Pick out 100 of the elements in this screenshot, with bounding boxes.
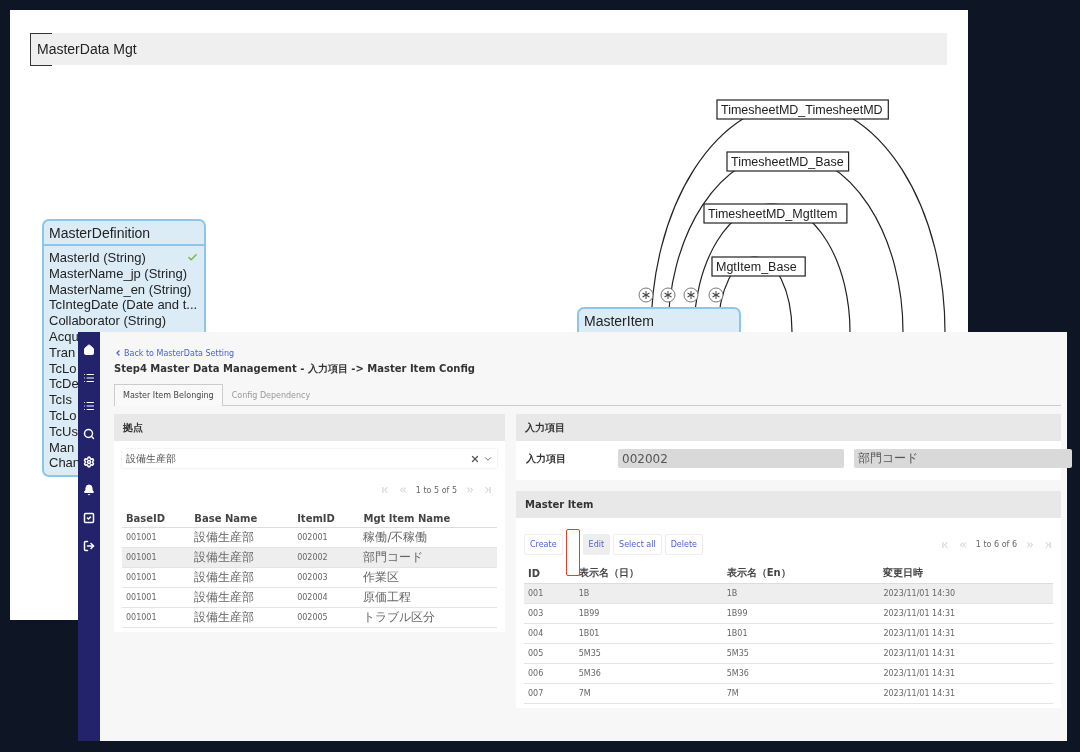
relation-label: TimesheetMD_MgtItem (703, 203, 848, 224)
page-title: Step4 Master Data Management - 入力項目 -> Master Item Config (114, 362, 476, 376)
table-row[interactable]: 001001 設備生産部 002004 原価工程 (122, 587, 497, 608)
column-header: Mgt Item Name (359, 510, 497, 528)
table-cell: 002004 (293, 587, 360, 608)
table-cell: 007 (524, 683, 575, 704)
table-cell: 002002 (293, 547, 360, 568)
multiplicity-icon (638, 287, 654, 303)
input-field[interactable]: 002002 (618, 449, 844, 468)
tab[interactable]: Master Item Belonging (114, 384, 223, 406)
entity-field: TcLo (49, 407, 77, 424)
entity-field: TcIs (49, 392, 73, 408)
column-header: ID (524, 563, 575, 584)
table-cell: 設備生産部 (190, 587, 294, 608)
table-cell: 001001 (122, 527, 191, 548)
table-cell: 稼働/不稼働 (359, 527, 497, 548)
table-row[interactable]: 001001 設備生産部 002005 トラブル区分 (122, 607, 497, 628)
table-row[interactable]: 007 7M 7M 2023/11/01 14:31 (524, 683, 1053, 704)
table-cell: 5M36 (722, 663, 880, 684)
table-cell: 004 (524, 623, 575, 644)
table-cell: 2023/11/01 14:30 (879, 583, 1053, 604)
entity-name: MasterDefinition (44, 221, 204, 246)
toolbar-button[interactable]: Select all (613, 534, 662, 555)
panel-title: Master Item (516, 491, 1061, 518)
table-row[interactable]: 001001 設備生産部 002002 部門コード (122, 547, 497, 568)
multiplicity-icon (683, 287, 699, 303)
table-cell: 1B (722, 583, 880, 604)
entity-field: MasterName_en (String) (49, 281, 192, 298)
table-cell: 部門コード (359, 547, 497, 568)
entity-field: Acqu (49, 329, 79, 345)
table-cell: 設備生産部 (190, 527, 294, 548)
table-cell: 1B99 (574, 603, 723, 624)
table-cell: 設備生産部 (190, 547, 294, 568)
table-cell: トラブル区分 (359, 607, 497, 628)
table-row[interactable]: 001001 設備生産部 002001 稼働/不稼働 (122, 527, 497, 548)
table-cell: 7M (722, 683, 880, 704)
table-cell: 2023/11/01 14:31 (879, 643, 1053, 664)
entity-field: TcUs (49, 423, 78, 440)
table-cell: 002003 (293, 567, 360, 588)
multiplicity-icon (708, 287, 724, 303)
table-cell: 5M36 (574, 663, 723, 684)
toolbar-button[interactable]: Edit (582, 534, 611, 555)
table-cell: 005 (524, 643, 575, 664)
table-cell: 002005 (293, 607, 360, 628)
table-cell: 2023/11/01 14:31 (879, 683, 1053, 704)
diagram-title: MasterData Mgt (37, 41, 137, 57)
table-cell: 作業区 (359, 567, 497, 588)
table-cell: 006 (524, 663, 575, 684)
entity-field: Tran (49, 344, 76, 361)
table-cell: 001 (524, 583, 575, 604)
table-cell: 1B01 (722, 623, 880, 644)
entity-field: Collaborator (String) (49, 313, 167, 329)
table-row[interactable]: 001 1B 1B 2023/11/01 14:30 (524, 583, 1053, 604)
entity-field: TcLo (49, 360, 77, 377)
settings-icon[interactable] (82, 453, 96, 471)
table-cell: 001001 (122, 587, 191, 608)
multiplicity-icon (660, 287, 676, 303)
toolbar-button[interactable]: Create (524, 534, 563, 555)
table-cell: 2023/11/01 14:31 (879, 663, 1053, 684)
table-cell: 設備生産部 (190, 607, 294, 628)
table-cell: 2023/11/01 14:31 (879, 603, 1053, 624)
table-row[interactable]: 005 5M35 5M35 2023/11/01 14:31 (524, 643, 1053, 664)
table-cell: 002001 (293, 527, 360, 548)
chevron-left-icon[interactable] (114, 349, 122, 357)
relation-label: TimesheetMD_Base (726, 151, 850, 172)
entity-field: MasterId (String) (49, 250, 146, 266)
page-count: 1 to 6 of 6 (975, 540, 1017, 549)
table-cell: 設備生産部 (190, 567, 294, 588)
bell-icon[interactable] (82, 481, 96, 499)
field-label: 入力項目 (526, 451, 567, 466)
base-select[interactable]: 設備生産部 (122, 449, 497, 468)
table-cell: 2023/11/01 14:31 (879, 623, 1053, 644)
column-header: ItemID (293, 510, 360, 528)
table-cell: 7M (574, 683, 723, 704)
table-cell: 1B99 (722, 603, 880, 624)
column-header: 表示名（日） (574, 563, 723, 584)
clear-icon[interactable] (470, 453, 480, 464)
input-field[interactable]: 部門コード (854, 449, 1072, 468)
entity-field: MasterName_jp (String) (49, 265, 187, 282)
table-cell: 001001 (122, 547, 191, 568)
entity-field: TcIntegDate (Date and t... (49, 297, 198, 314)
table-cell: 5M35 (574, 643, 723, 664)
entity-field: TcDe (49, 376, 79, 393)
panel-title: 拠点 (114, 414, 505, 441)
column-header: BaseID (122, 510, 191, 528)
table-cell: 003 (524, 603, 575, 624)
relation-label: TimesheetMD_TimesheetMD (716, 99, 889, 120)
table-row[interactable]: 004 1B01 1B01 2023/11/01 14:31 (524, 623, 1053, 644)
column-header: 表示名（En） (722, 563, 880, 584)
table-cell: 5M35 (722, 643, 880, 664)
column-header: 変更日時 (879, 563, 1053, 584)
table-cell: 1B (574, 583, 723, 604)
relation-label: MgtItem_Base (711, 256, 806, 277)
toolbar-button[interactable]: Delete (664, 534, 703, 555)
page-count: 1 to 5 of 5 (415, 485, 457, 495)
table-row[interactable]: 006 5M36 5M36 2023/11/01 14:31 (524, 663, 1053, 684)
back-link[interactable]: Back to MasterData Setting (114, 348, 235, 358)
table-row[interactable]: 001001 設備生産部 002003 作業区 (122, 567, 497, 588)
table-row[interactable]: 003 1B99 1B99 2023/11/01 14:31 (524, 603, 1053, 624)
column-header: Base Name (190, 510, 294, 528)
